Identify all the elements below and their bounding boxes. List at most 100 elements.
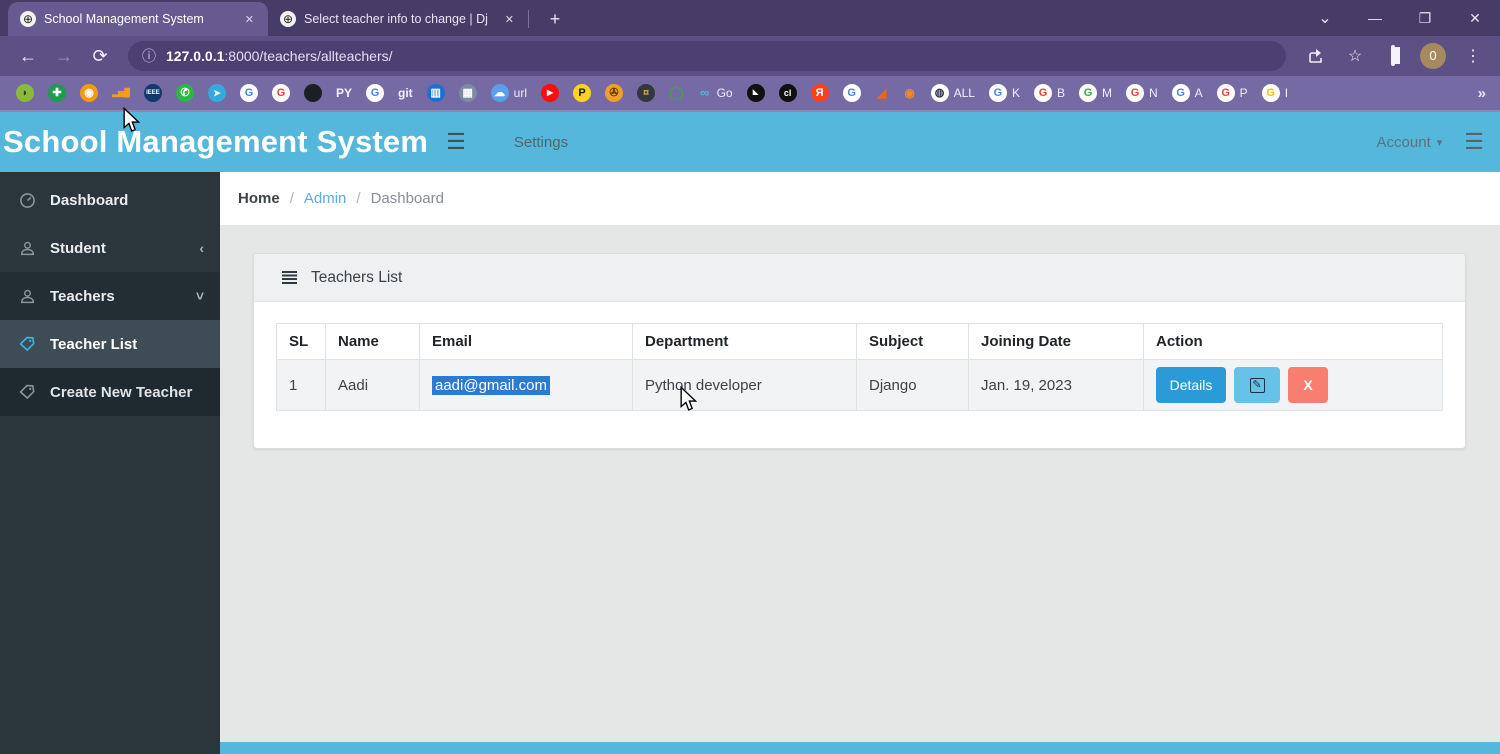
godaddy-icon-label: Go	[717, 86, 733, 100]
cl-icon[interactable]: cl	[779, 84, 797, 102]
forward-button[interactable]: →	[48, 46, 80, 67]
window-controls: ⌄ — ❐ ✕	[1300, 0, 1500, 36]
address-bar[interactable]: ⓘ 127.0.0.1:8000/teachers/allteachers/	[128, 41, 1286, 71]
git-bookmark-glyph: git	[398, 84, 413, 102]
bookmarks-list: ◗✚◉▂▅█IEEE✆➤GGPYGgit▥▦☁url▶P✇¤◯∞Go◣clЯG◢…	[16, 84, 1468, 102]
google-icon[interactable]: G	[272, 84, 290, 102]
bookmarks-overflow-icon[interactable]: »	[1468, 85, 1486, 102]
google-p-bookmark-label: P	[1240, 86, 1248, 100]
tab-close-icon[interactable]: ✕	[241, 11, 258, 28]
settings-link[interactable]: Settings	[514, 134, 568, 151]
google-icon[interactable]: G	[366, 84, 384, 102]
youtube-icon[interactable]: ▶	[541, 84, 559, 102]
breadcrumb-home[interactable]: Home	[238, 190, 280, 207]
browser-menu-icon[interactable]: ⋮	[1456, 46, 1490, 66]
ieee-icon[interactable]: IEEE	[144, 84, 162, 102]
google-icon[interactable]: G	[240, 84, 258, 102]
restore-button[interactable]: ❐	[1400, 10, 1450, 27]
py-bookmark[interactable]: PY	[336, 84, 352, 102]
minimize-button[interactable]: —	[1350, 10, 1400, 26]
camera-orange-icon[interactable]: ◉	[80, 84, 98, 102]
eye-icon[interactable]: ◉	[903, 84, 917, 102]
sidebar: Dashboard Student ‹ Teachers ˅	[0, 172, 220, 754]
bird-icon-glyph: ◣	[747, 84, 765, 102]
cell-name: Aadi	[326, 360, 420, 411]
sidebar-item-label: Dashboard	[50, 192, 128, 209]
ring-icon[interactable]: ◯	[669, 84, 684, 102]
globe-all-bookmark-label: ALL	[954, 86, 975, 100]
bookmarks-bar: ◗✚◉▂▅█IEEE✆➤GGPYGgit▥▦☁url▶P✇¤◯∞Go◣clЯG◢…	[0, 76, 1500, 112]
sidebar-item-dashboard[interactable]: Dashboard	[0, 176, 220, 224]
right-menu-icon[interactable]: ☰	[1464, 131, 1484, 153]
col-header-joining-date: Joining Date	[969, 324, 1144, 360]
google-k-bookmark[interactable]: GK	[989, 84, 1020, 102]
chevron-left-icon: ‹	[199, 240, 204, 256]
green-cross-icon[interactable]: ✚	[48, 84, 66, 102]
delete-button[interactable]: X	[1288, 367, 1328, 403]
url-cloud-bookmark[interactable]: ☁url	[491, 84, 527, 102]
col-header-action: Action	[1144, 324, 1443, 360]
google-i-bookmark[interactable]: GI	[1262, 84, 1288, 102]
google-icon[interactable]: G	[843, 84, 861, 102]
tab-search-chevron-icon[interactable]: ⌄	[1300, 8, 1350, 28]
godaddy-icon[interactable]: ∞Go	[698, 84, 733, 102]
movie-camera-icon[interactable]: ✇	[605, 84, 623, 102]
github-icon[interactable]	[304, 84, 322, 102]
git-bookmark[interactable]: git	[398, 84, 413, 102]
sidebar-item-student[interactable]: Student ‹	[0, 224, 220, 272]
yandex-icon[interactable]: Я	[811, 84, 829, 102]
signal-bars-icon[interactable]: ▂▅█	[112, 84, 130, 102]
url-path: :8000/teachers/allteachers/	[224, 48, 392, 64]
tab-school-management-system[interactable]: ⊕ School Management System ✕	[8, 2, 268, 36]
bookmark-star-icon[interactable]: ☆	[1338, 46, 1372, 66]
google-n-bookmark[interactable]: GN	[1126, 84, 1158, 102]
edit-button[interactable]: ✎	[1234, 367, 1280, 403]
globe-all-bookmark[interactable]: ◍ALL	[931, 84, 975, 102]
tags-icon	[18, 335, 36, 353]
google-p-bookmark[interactable]: GP	[1217, 84, 1248, 102]
google-b-bookmark[interactable]: GB	[1034, 84, 1065, 102]
cell-subject: Django	[857, 360, 969, 411]
eye-icon-glyph: ◉	[903, 84, 917, 102]
account-label: Account	[1377, 134, 1431, 151]
adsense-icon-glyph: ◗	[16, 84, 34, 102]
account-dropdown[interactable]: Account ▾	[1377, 134, 1443, 151]
cart-icon-glyph: ¤	[637, 84, 655, 102]
bank-icon[interactable]: ▦	[459, 84, 477, 102]
whatsapp-icon[interactable]: ✆	[176, 84, 194, 102]
telegram-icon[interactable]: ➤	[208, 84, 226, 102]
p-yellow-icon[interactable]: P	[573, 84, 591, 102]
side-panel-icon[interactable]	[1376, 47, 1410, 65]
google-k-bookmark-glyph: G	[989, 84, 1007, 102]
close-window-button[interactable]: ✕	[1450, 10, 1500, 27]
breadcrumb-separator: /	[290, 190, 294, 207]
tab-close-icon[interactable]: ✕	[501, 11, 518, 28]
header-right: Account ▾ ☰	[1377, 131, 1484, 153]
tab-select-teacher-info[interactable]: ⊕ Select teacher info to change | Dj ✕	[268, 2, 528, 36]
breadcrumb-admin-link[interactable]: Admin	[304, 190, 347, 207]
refresh-button[interactable]: ⟳	[84, 46, 116, 67]
profile-avatar[interactable]: 0	[1420, 43, 1446, 69]
browser-tab-strip: ⊕ School Management System ✕ ⊕ Select te…	[0, 0, 1500, 36]
adsense-icon[interactable]: ◗	[16, 84, 34, 102]
col-header-department: Department	[633, 324, 857, 360]
pencil-square-icon: ✎	[1250, 378, 1265, 393]
share-icon[interactable]	[1300, 48, 1334, 64]
sidebar-item-create-new-teacher[interactable]: Create New Teacher	[0, 368, 220, 416]
cell-sl: 1	[277, 360, 326, 411]
cart-icon[interactable]: ¤	[637, 84, 655, 102]
list-icon	[282, 271, 297, 284]
google-a-bookmark[interactable]: GA	[1172, 84, 1203, 102]
details-button[interactable]: Details	[1156, 367, 1226, 403]
sidebar-item-teacher-list[interactable]: Teacher List	[0, 320, 220, 368]
cl-icon-glyph: cl	[779, 84, 797, 102]
new-tab-button[interactable]: +	[543, 9, 567, 30]
back-button[interactable]: ←	[12, 46, 44, 67]
google-m-bookmark[interactable]: GM	[1079, 84, 1112, 102]
matlab-icon[interactable]: ◢	[875, 84, 889, 102]
sidebar-item-teachers[interactable]: Teachers ˅	[0, 272, 220, 320]
site-info-icon[interactable]: ⓘ	[142, 46, 156, 66]
sidebar-toggle-icon[interactable]: ☰	[446, 131, 466, 153]
film-icon[interactable]: ▥	[427, 84, 445, 102]
bird-icon[interactable]: ◣	[747, 84, 765, 102]
